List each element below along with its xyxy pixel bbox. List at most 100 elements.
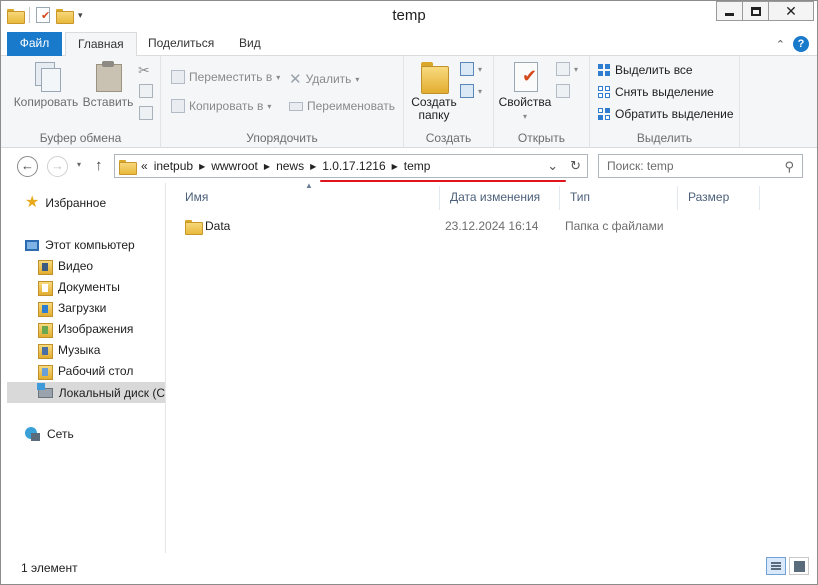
file-list: ▲ Имя Дата изменения Тип Размер Data 23.… xyxy=(167,181,817,553)
paste-icon xyxy=(93,60,123,92)
edit-button[interactable] xyxy=(556,84,570,98)
breadcrumb-item-news[interactable]: news xyxy=(276,159,304,173)
invert-selection-button[interactable]: Обратить выделение xyxy=(598,107,734,121)
details-view-button[interactable] xyxy=(766,557,786,575)
new-folder-label-2: папку xyxy=(418,108,450,122)
dropdown-arrow-icon: ▾ xyxy=(574,64,579,74)
desktop-folder-icon xyxy=(38,364,53,380)
open-group-label: Открыть xyxy=(517,131,566,145)
invert-selection-label: Обратить выделение xyxy=(615,107,734,121)
search-input[interactable]: Поиск: temp ⚲ xyxy=(598,154,803,178)
breadcrumb-item-temp[interactable]: temp xyxy=(404,159,431,173)
nav-this-pc[interactable]: Этот компьютер xyxy=(25,238,135,252)
copy-label: Копировать xyxy=(13,95,79,109)
nav-item-music[interactable]: Музыка xyxy=(38,343,100,359)
open-button[interactable]: ▾ xyxy=(556,62,578,76)
help-icon[interactable]: ? xyxy=(793,36,809,52)
dropdown-arrow-icon: ▾ xyxy=(276,72,281,82)
nav-item-documents[interactable]: Документы xyxy=(38,280,120,296)
paste-button[interactable]: Вставить xyxy=(81,60,135,109)
properties-icon xyxy=(510,60,540,92)
documents-folder-icon xyxy=(38,280,53,296)
view-switcher xyxy=(766,557,809,575)
window-title: temp xyxy=(392,7,426,24)
back-button[interactable]: ← xyxy=(17,156,38,177)
rename-button[interactable]: Переименовать xyxy=(289,99,395,113)
move-to-icon xyxy=(171,70,185,84)
nav-favorites[interactable]: ★ Избранное xyxy=(25,195,106,211)
select-none-button[interactable]: Снять выделение xyxy=(598,85,714,99)
new-folder-button[interactable]: Создать папку xyxy=(410,60,458,122)
up-arrow-icon[interactable]: ↑ xyxy=(95,157,103,174)
local-disk-icon xyxy=(37,382,53,398)
back-arrow-icon: ← xyxy=(21,158,34,173)
chevron-right-icon[interactable]: ▶ xyxy=(310,162,316,171)
create-group-label: Создать xyxy=(425,131,472,145)
collapse-ribbon-icon[interactable]: ⌃ xyxy=(776,38,785,51)
large-icons-view-icon xyxy=(793,560,805,572)
easy-access-button[interactable]: ▾ xyxy=(460,84,482,98)
column-header-size[interactable]: Размер xyxy=(678,186,760,210)
file-name: Data xyxy=(205,219,231,233)
chevron-right-icon[interactable]: ▶ xyxy=(264,162,270,171)
file-date: 23.12.2024 16:14 xyxy=(445,219,539,233)
copy-to-button[interactable]: Копировать в ▾ xyxy=(171,99,271,113)
tab-home[interactable]: Главная xyxy=(65,32,137,57)
clipboard-group-label: Буфер обмена xyxy=(39,131,122,145)
minimize-button[interactable] xyxy=(716,1,743,21)
nav-network[interactable]: Сеть xyxy=(25,427,74,441)
dropdown-arrow-icon: ▾ xyxy=(478,86,483,96)
column-header-date[interactable]: Дата изменения xyxy=(440,186,560,210)
close-button[interactable]: ✕ xyxy=(768,1,814,21)
table-row[interactable]: Data 23.12.2024 16:14 Папка с файлами xyxy=(177,217,777,237)
copy-path-button[interactable] xyxy=(139,84,153,98)
recent-locations-icon[interactable]: ▾ xyxy=(77,160,81,169)
nav-item-video[interactable]: Видео xyxy=(38,259,93,275)
new-folder-label-1: Создать xyxy=(411,95,457,109)
window-controls: ✕ xyxy=(716,1,814,21)
paste-shortcut-button[interactable] xyxy=(139,106,153,120)
status-bar: 1 элемент xyxy=(1,553,817,584)
tab-share[interactable]: Поделиться xyxy=(136,32,226,56)
nav-item-pictures[interactable]: Изображения xyxy=(38,322,133,338)
select-all-button[interactable]: Выделить все xyxy=(598,63,693,77)
nav-item-downloads[interactable]: Загрузки xyxy=(38,301,106,317)
new-item-button[interactable]: ▾ xyxy=(460,62,482,76)
computer-icon xyxy=(25,239,39,251)
properties-button[interactable]: Свойства ▾ xyxy=(498,60,552,123)
item-count: 1 элемент xyxy=(21,561,78,575)
cut-button[interactable]: ✂ xyxy=(138,62,150,79)
pictures-folder-icon xyxy=(38,322,53,338)
copy-button[interactable]: Копировать xyxy=(13,60,79,109)
network-icon xyxy=(25,427,41,441)
breadcrumb-item-version[interactable]: 1.0.17.1216 xyxy=(322,159,385,173)
downloads-folder-icon xyxy=(38,301,53,317)
organize-group: Переместить в ▾ Копировать в ▾ ✕ Удалить ▾ … xyxy=(161,56,404,148)
address-bar[interactable]: « inetpub ▶ wwwroot ▶ news ▶ 1.0.17.1216… xyxy=(114,154,588,182)
maximize-button[interactable] xyxy=(742,1,769,21)
large-icons-view-button[interactable] xyxy=(789,557,809,575)
create-group: Создать папку ▾ ▾ Создать xyxy=(404,56,494,148)
nav-item-desktop[interactable]: Рабочий стол xyxy=(38,364,133,380)
address-history-icon[interactable]: ⌄ xyxy=(547,158,558,174)
forward-button[interactable]: → xyxy=(47,156,68,177)
tab-file[interactable]: Файл xyxy=(7,32,62,56)
organize-group-label: Упорядочить xyxy=(246,131,318,145)
chevron-right-icon[interactable]: ▶ xyxy=(392,162,398,171)
column-header-type[interactable]: Тип xyxy=(560,186,678,210)
rename-icon xyxy=(289,101,303,111)
move-to-button[interactable]: Переместить в ▾ xyxy=(171,70,280,84)
nav-item-local-disk[interactable]: Локальный диск (C xyxy=(7,382,165,403)
breadcrumb-item-wwwroot[interactable]: wwwroot xyxy=(211,159,258,173)
navigation-pane: ★ Избранное Этот компьютер Видео Докумен… xyxy=(1,183,166,553)
paste-label: Вставить xyxy=(82,95,134,109)
refresh-icon[interactable]: ↻ xyxy=(570,158,581,174)
breadcrumb-overflow[interactable]: « xyxy=(141,159,148,173)
chevron-right-icon[interactable]: ▶ xyxy=(199,162,205,171)
breadcrumb-item-inetpub[interactable]: inetpub xyxy=(154,159,193,173)
delete-label: Удалить xyxy=(305,72,352,86)
delete-button[interactable]: ✕ Удалить ▾ xyxy=(289,70,359,88)
tab-view[interactable]: Вид xyxy=(227,32,273,56)
column-header-name[interactable]: Имя xyxy=(175,186,440,210)
nav-item-label: Локальный диск (C xyxy=(58,385,165,400)
